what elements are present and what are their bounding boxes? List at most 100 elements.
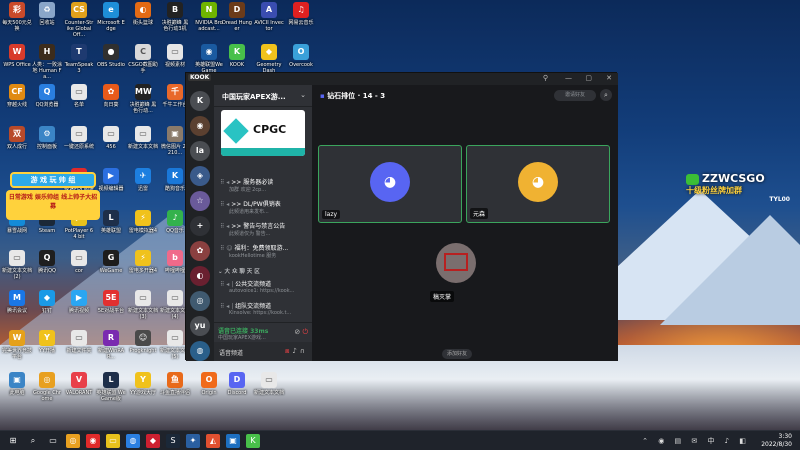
system-tray-icons[interactable]: ⌃ ◉ ▤ ✉ 中 ♪ ◧ [642, 436, 750, 446]
server-icon[interactable]: ◉ [190, 116, 210, 136]
desktop-icon[interactable]: ◆ Geometry Dash [254, 44, 284, 74]
desktop-icon[interactable]: ▭ 新建文件夹 [64, 330, 94, 354]
desktop-icon[interactable]: W 完美世界竞技平台 [2, 330, 32, 360]
server-icon[interactable]: yu [190, 316, 210, 336]
desktop-icon[interactable]: 彩每天500元兑换 [2, 2, 32, 32]
desktop-icon[interactable]: ▭ 456 [96, 126, 126, 150]
desktop-icon[interactable]: 鱼斗鱼直播伴侣 [160, 372, 190, 396]
server-icon[interactable]: ☆ [190, 191, 210, 211]
desktop-icon[interactable]: N NVIDIA Broadcast... [194, 2, 224, 32]
channel-item[interactable]: ⠿ ◂ >> DL/PW俱销表 此频道用来发布... [220, 199, 308, 215]
desktop-icon[interactable]: ▭ 新建文本文档 (3) [128, 290, 158, 320]
desktop-icon[interactable]: ▭ 视频素材 [160, 44, 190, 68]
desktop-icon[interactable]: Y YY游戏大厅 [128, 372, 158, 396]
taskbar-app-icon[interactable]: ⊞ [6, 434, 20, 448]
desktop-icon[interactable]: Q QQ浏览器 [32, 84, 62, 108]
desktop-icon[interactable]: V VALORANT [64, 372, 94, 396]
desktop-icon[interactable]: D Dread Hunger [222, 2, 252, 32]
clock[interactable]: 3:30 2022/8/30 [761, 433, 792, 449]
desktop-icon[interactable]: ♫ 网易云音乐 [286, 2, 316, 26]
microphone-icon[interactable]: ♪ [292, 347, 299, 355]
desktop-icon[interactable]: ● OBS Studio [96, 44, 126, 68]
server-header[interactable]: 中国玩家APEX游... ⌄ [214, 85, 312, 107]
desktop-icon[interactable]: ◆ 钉钉 [32, 290, 62, 314]
desktop-icon[interactable]: ▭ 新建文本文档 (2) [2, 250, 32, 280]
taskbar-app-icon[interactable]: ◍ [126, 434, 140, 448]
taskbar-app-icon[interactable]: ▭ [46, 434, 60, 448]
desktop-icon[interactable]: ▭ 新建文本文档 [128, 126, 158, 150]
channel-item[interactable]: ⠿ ◂ >> 警告与禁言公告 此频道仅为 警告... [220, 221, 308, 237]
desktop-icon[interactable]: M 腾讯会议 [2, 290, 32, 314]
desktop-icon[interactable]: CS Counter-Strike Global Off... [64, 2, 94, 38]
desktop-icon[interactable]: ▣ 此电脑 [2, 372, 32, 396]
desktop-icon[interactable]: ▶ 视频编辑器 [96, 168, 126, 192]
desktop-icon[interactable]: ▭ cor [64, 250, 94, 274]
minimize-button[interactable]: — [565, 74, 572, 82]
desktop-icon[interactable]: ▭ 一键还原系统 [64, 126, 94, 150]
desktop-icon[interactable]: ▭ 新建文本文档 [254, 372, 284, 396]
desktop-icon[interactable]: ✈ 迅雷 [128, 168, 158, 192]
desktop-icon[interactable]: L 英雄联盟 [96, 210, 126, 234]
desktop-icon[interactable]: R 新建WinRAR... [96, 330, 126, 360]
desktop-icon[interactable]: CF 穿越火线 [2, 84, 32, 108]
desktop-icon[interactable]: D Discord [222, 372, 252, 396]
desktop-icon[interactable]: ✿ 向日葵 [96, 84, 126, 108]
server-icon[interactable]: ✿ [190, 241, 210, 261]
desktop-icon[interactable]: ◐ 街头篮球 [128, 2, 158, 26]
desktop-icon[interactable]: O Overcook [286, 44, 316, 68]
desktop-icon[interactable]: e Microsoft Edge [96, 2, 126, 32]
desktop-icon[interactable]: Y YY开播 [32, 330, 62, 354]
disconnect-icon[interactable]: ⏻ [302, 328, 308, 336]
desktop-icon[interactable]: 5E 5E对战平台 [96, 290, 126, 314]
server-icon[interactable]: la [190, 141, 210, 161]
desktop-icon[interactable]: L 英雄联盟 WeGame版 [96, 372, 126, 402]
participant-tile[interactable]: 稿灭掌 [426, 243, 494, 313]
channel-item[interactable]: ⠿ ◂ >> 服务器必读 加群 欢迎 2cp... [220, 177, 308, 193]
taskbar-app-icon[interactable]: K [246, 434, 260, 448]
desktop-icon[interactable]: ◎ Google Chrome [32, 372, 62, 402]
desktop-icon[interactable]: O Origin [194, 372, 224, 396]
voice-channel-item[interactable]: ⠿ ◂ | 组队交流频道 Kinsolve: https://kook.t... [220, 301, 308, 316]
chevron-down-icon[interactable]: ⌄ [300, 91, 306, 99]
server-icon[interactable]: K [190, 91, 210, 111]
desktop-icon[interactable]: G WeGame [96, 250, 126, 274]
channel-category[interactable]: ⌄ 大 众 聊 天 区 [218, 267, 260, 275]
noise-suppression-icon[interactable]: ⊘ [294, 328, 300, 336]
desktop-icon[interactable]: ▭ 名单 [64, 84, 94, 108]
participant-tile[interactable]: ◕ lazy [318, 145, 462, 223]
taskbar-app-icon[interactable]: S [166, 434, 180, 448]
taskbar-app-icon[interactable]: ◉ [86, 434, 100, 448]
desktop-icon[interactable]: T TeamSpeak 3 [64, 44, 94, 74]
desktop-icon[interactable]: 双双人成行 [2, 126, 32, 150]
desktop-icon[interactable]: ☺ Progknight [128, 330, 158, 354]
desktop-icon[interactable]: Q 腾讯QQ [32, 250, 62, 274]
desktop-icon[interactable]: ⚡ 雷电多开器4 [128, 250, 158, 274]
pin-icon[interactable]: ⚲ [543, 74, 548, 82]
desktop-icon[interactable]: MW 决胜巅峰 黑色行动... [128, 84, 158, 114]
server-icon[interactable]: ◐ [190, 266, 210, 286]
channel-item[interactable]: ⠿ ☺ 福利：免费领取游... kookHellotime 服务 [220, 243, 308, 259]
desktop-icon[interactable]: W WPS Office [2, 44, 32, 68]
server-icon[interactable]: ◈ [190, 166, 210, 186]
server-icon[interactable]: ◍ [190, 341, 210, 361]
add-friend-button[interactable]: 添加好友 [442, 349, 472, 359]
close-button[interactable]: ✕ [606, 74, 612, 82]
participant-tile[interactable]: ◕ 元森 [466, 145, 610, 223]
desktop-icon[interactable]: ◉ 英雄联盟WeGame [194, 44, 224, 74]
taskbar-app-icon[interactable]: ◆ [146, 434, 160, 448]
taskbar-app-icon[interactable]: ⌕ [26, 434, 40, 448]
taskbar-app-icon[interactable]: ◭ [206, 434, 220, 448]
server-icon[interactable]: + [190, 216, 210, 236]
taskbar-app-icon[interactable]: ▣ [226, 434, 240, 448]
desktop-icon[interactable]: A AVICII Invector [254, 2, 284, 32]
desktop-icon[interactable]: ⚙ 控制面板 [32, 126, 62, 150]
taskbar-app-icon[interactable]: ◎ [66, 434, 80, 448]
search-icon[interactable]: ⌕ [600, 89, 612, 101]
desktop-icon[interactable]: ⚡ 雷电模拟器4 [128, 210, 158, 234]
desktop-icon[interactable]: K KOOK [222, 44, 252, 68]
taskbar-app-icon[interactable]: ✦ [186, 434, 200, 448]
desktop-icon[interactable]: C CSGO截图助手 [128, 44, 158, 74]
headphones-icon[interactable]: ∩ [300, 347, 308, 355]
taskbar-app-icon[interactable]: ▭ [106, 434, 120, 448]
desktop-icon[interactable]: B 决胜巅峰 黑色行动3机 [160, 2, 190, 32]
